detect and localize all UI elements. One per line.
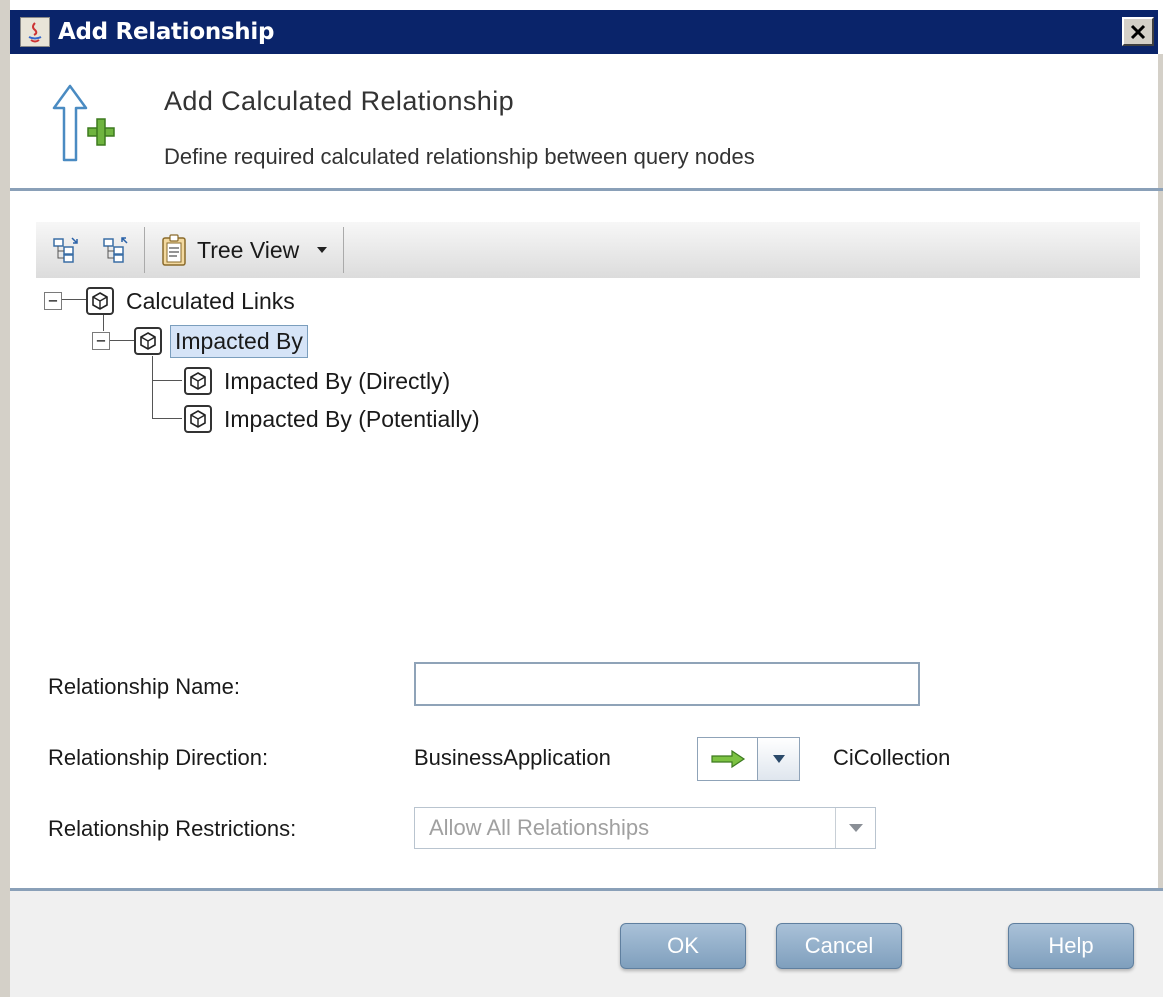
dialog-header: Add Calculated Relationship Define requi… <box>10 54 1158 188</box>
cancel-button[interactable]: Cancel <box>776 923 902 969</box>
chevron-down-icon <box>848 824 863 832</box>
window-frame-left <box>0 0 10 997</box>
title-bar[interactable]: Add Relationship <box>10 10 1158 54</box>
tree-node-label: Impacted By <box>170 324 308 358</box>
dialog-heading: Add Calculated Relationship <box>164 86 515 116</box>
cube-icon <box>134 327 162 355</box>
relationship-restrictions-label: Relationship Restrictions: <box>48 816 297 841</box>
java-icon <box>20 17 50 47</box>
cube-icon <box>86 287 114 315</box>
tree-connector <box>152 356 153 418</box>
tree-connector <box>152 418 182 419</box>
collapse-toggle[interactable]: − <box>92 332 110 350</box>
chevron-down-icon <box>772 755 785 763</box>
clipboard-icon <box>162 234 186 266</box>
direction-toggle[interactable] <box>697 737 800 781</box>
cube-icon <box>184 367 212 395</box>
relationship-tree: − Calculated Links − Impacted By Impacte… <box>36 282 1140 622</box>
tree-connector <box>152 380 182 381</box>
collapse-all-icon <box>103 237 128 263</box>
tree-node-label: Impacted By (Directly) <box>224 367 451 394</box>
restrictions-dropdown-button[interactable] <box>835 808 875 848</box>
header-divider <box>10 188 1163 191</box>
tree-view-label: Tree View <box>197 236 300 263</box>
close-icon <box>1130 24 1146 39</box>
expand-all-icon <box>53 237 78 263</box>
relationship-name-input[interactable] <box>414 662 920 706</box>
ok-button[interactable]: OK <box>620 923 746 969</box>
tree-node-label: Impacted By (Potentially) <box>224 405 480 432</box>
add-relationship-icon <box>52 84 115 162</box>
window-title: Add Relationship <box>58 19 275 45</box>
tree-view-dropdown[interactable]: Tree View <box>153 227 335 273</box>
restrictions-value: Allow All Relationships <box>429 815 650 840</box>
tree-toolbar: Tree View <box>36 222 1140 278</box>
direction-target: CiCollection <box>833 745 951 770</box>
tree-node-impacted-by[interactable]: − Impacted By <box>92 324 308 358</box>
direction-source: BusinessApplication <box>414 745 611 770</box>
tree-node-impacted-potentially[interactable]: Impacted By (Potentially) <box>184 402 484 436</box>
help-button[interactable]: Help <box>1008 923 1134 969</box>
toolbar-separator <box>144 227 145 273</box>
relationship-name-label: Relationship Name: <box>48 674 240 699</box>
toolbar-separator <box>343 227 345 273</box>
direction-arrow-button[interactable] <box>698 738 758 780</box>
chevron-down-icon <box>317 247 328 253</box>
window-frame-right <box>1158 54 1163 997</box>
cube-icon <box>184 405 212 433</box>
arrow-right-icon <box>710 749 745 769</box>
tree-node-impacted-directly[interactable]: Impacted By (Directly) <box>184 364 454 398</box>
tree-node-label: Calculated Links <box>126 287 295 314</box>
tree-node-calculated-links[interactable]: − Calculated Links <box>44 284 299 318</box>
collapse-toggle[interactable]: − <box>44 292 62 310</box>
dialog-description: Define required calculated relationship … <box>164 144 755 169</box>
relationship-restrictions-select[interactable]: Allow All Relationships <box>414 807 876 849</box>
direction-dropdown-button[interactable] <box>758 738 799 780</box>
close-button[interactable] <box>1122 17 1154 46</box>
relationship-direction-label: Relationship Direction: <box>48 745 269 770</box>
collapse-all-button[interactable] <box>96 230 136 270</box>
expand-all-button[interactable] <box>46 230 86 270</box>
dialog-footer: OK Cancel Help <box>10 891 1163 997</box>
window-frame-top <box>0 0 1163 10</box>
